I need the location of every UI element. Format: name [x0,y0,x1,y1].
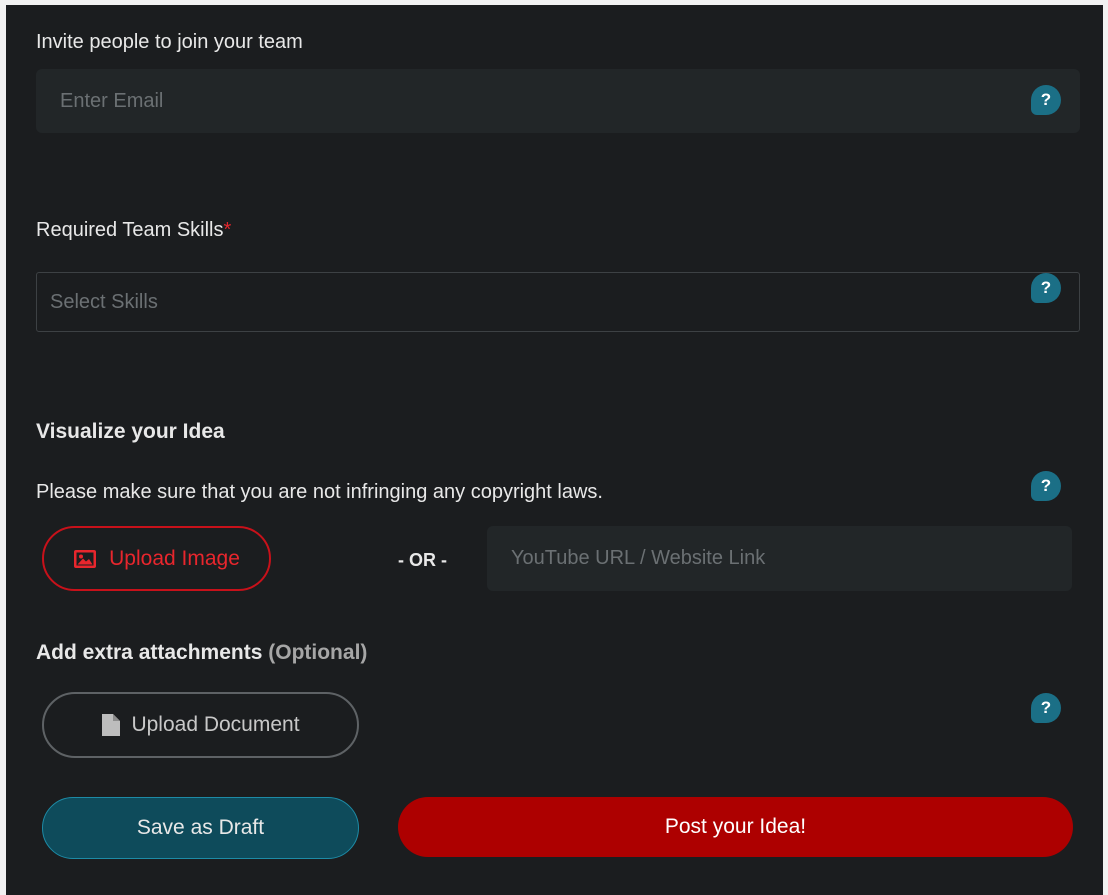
required-mark: * [223,219,232,241]
optional-label: (Optional) [268,641,368,664]
attachments-help-icon[interactable]: ? [1031,693,1061,723]
save-draft-button[interactable]: Save as Draft [42,797,359,859]
skills-select-input[interactable] [36,272,1080,332]
link-input[interactable] [487,526,1072,591]
document-icon [102,714,121,736]
post-idea-button[interactable]: Post your Idea! [398,797,1073,857]
or-separator: - OR - [398,550,447,570]
visualize-heading: Visualize your Idea [36,420,225,443]
visualize-help-icon[interactable]: ? [1031,471,1061,501]
upload-document-button[interactable]: Upload Document [42,692,359,758]
copyright-note: Please make sure that you are not infrin… [36,481,603,503]
skills-label: Required Team Skills* [36,219,231,242]
invite-label: Invite people to join your team [36,31,303,53]
image-icon [74,549,97,568]
skills-help-icon[interactable]: ? [1031,273,1061,303]
skills-label-text: Required Team Skills [36,219,224,241]
upload-document-label: Upload Document [131,713,300,736]
attachments-heading: Add extra attachments (Optional) [36,641,367,665]
invite-email-input[interactable] [36,69,1080,133]
attachments-heading-text: Add extra attachments [36,641,263,664]
upload-image-button[interactable]: Upload Image [42,526,271,591]
idea-form-panel: Invite people to join your team ? Requir… [6,5,1103,895]
upload-image-label: Upload Image [109,546,240,570]
invite-help-icon[interactable]: ? [1031,85,1061,115]
